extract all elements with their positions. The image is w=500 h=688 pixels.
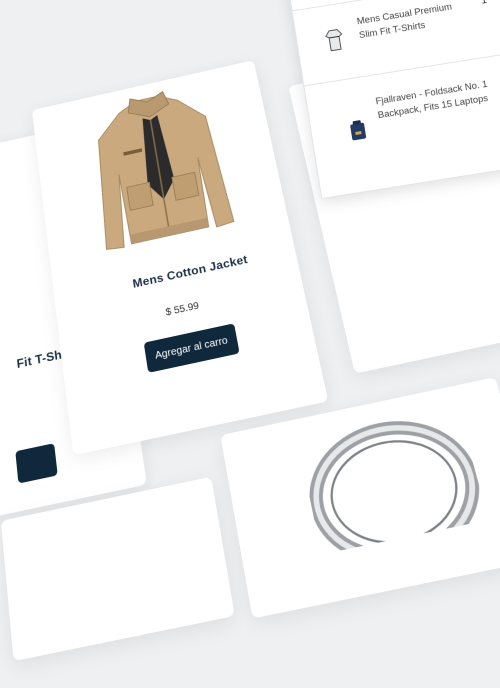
backpack-thumbnail-icon (350, 120, 367, 141)
cart-item-name: Fjallraven - Foldsack No. 1 Backpack, Fi… (374, 78, 489, 122)
product-card: Mens Cotton Jacket $ 55.99 Agregar al ca… (31, 60, 329, 456)
add-to-cart-button[interactable] (15, 443, 58, 484)
product-price: $ 55.99 (164, 300, 200, 319)
cart-item-name: Mens Casual Premium Slim Fit T-Shirts (356, 1, 453, 42)
ring-image (296, 397, 488, 555)
tshirt-thumbnail-icon (325, 29, 343, 52)
add-to-cart-button[interactable]: Agregar al carro (143, 323, 240, 373)
cart-item-qty: 1 (480, 0, 488, 7)
cart-dropdown: Mens Casual Premium Slim Fit T-Shirts 1 … (285, 0, 500, 200)
jacket-image (82, 74, 241, 264)
product-title: Mens Cotton Jacket (131, 252, 249, 291)
